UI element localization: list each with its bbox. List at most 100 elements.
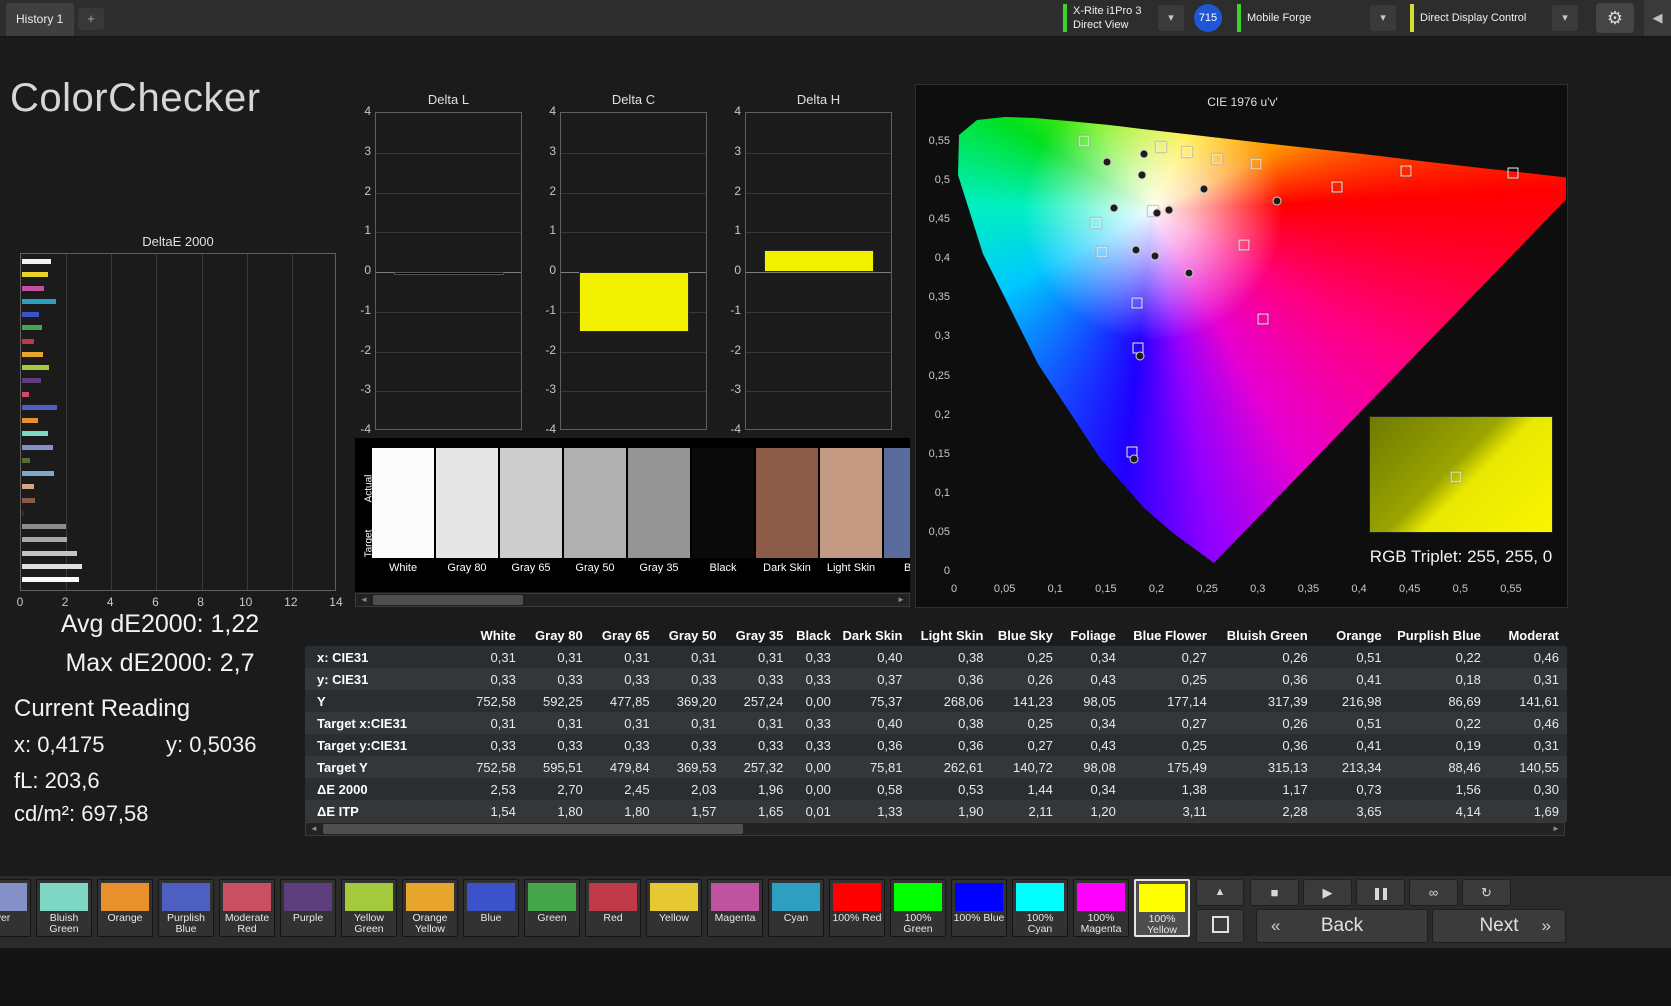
pause-button[interactable] [1356, 879, 1405, 906]
cie-target-marker [1155, 141, 1167, 153]
y-tick: 1 [549, 223, 556, 238]
y-tick: 0 [364, 263, 371, 277]
table-cell: 0,25 [1027, 715, 1053, 731]
patch-button-100-red[interactable]: 100% Red [829, 879, 885, 937]
patch-button-ver[interactable]: ver [0, 879, 31, 937]
source-dropdown-chevron-icon[interactable]: ▾ [1370, 5, 1396, 31]
patch-label: 100% Blue [953, 912, 1005, 924]
y-tick: 2 [549, 183, 556, 198]
back-button[interactable]: « Back [1256, 909, 1428, 943]
pattern-window-button[interactable] [1196, 909, 1244, 943]
plot-area [375, 112, 522, 430]
scroll-left-icon[interactable]: ◄ [357, 594, 371, 606]
patch-button-moderate-red[interactable]: Moderate Red [219, 879, 275, 937]
patch-button-orange-yellow[interactable]: Orange Yellow [402, 879, 458, 937]
table-cell: 0,27 [1181, 715, 1207, 731]
patch-button-100-cyan[interactable]: 100% Cyan [1012, 879, 1068, 937]
stop-button[interactable]: ■ [1250, 879, 1299, 906]
cie-target-marker [1131, 297, 1143, 309]
meter-dropdown-chevron-icon[interactable]: ▾ [1158, 5, 1184, 31]
display-dropdown-chevron-icon[interactable]: ▾ [1552, 5, 1578, 31]
gridline [561, 232, 706, 234]
cie-y-tick: 0,55 [928, 135, 950, 147]
current-reading-heading: Current Reading [14, 695, 191, 722]
eject-button[interactable]: ▲ [1196, 879, 1244, 906]
table-cell: 0,33 [805, 715, 831, 731]
patch-button-blue[interactable]: Blue [463, 879, 519, 937]
delta-bar [579, 272, 689, 332]
table-cell: 75,81 [869, 759, 903, 775]
patch-button-100-yellow[interactable]: 100% Yellow [1134, 879, 1190, 937]
patch-button-green[interactable]: Green [524, 879, 580, 937]
patch-swatch [284, 883, 332, 911]
patch-button-100-magenta[interactable]: 100% Magenta [1073, 879, 1129, 937]
patch-label: Orange Yellow [412, 912, 448, 935]
patch-label: Orange [107, 912, 143, 924]
patch-label: Moderate Red [224, 912, 270, 935]
patch-button-bluish-green[interactable]: Bluish Green [36, 879, 92, 937]
scroll-left-icon[interactable]: ◄ [307, 823, 321, 835]
table-scrollbar[interactable]: ◄ ► [305, 822, 1565, 836]
gear-icon[interactable]: ⚙ [1596, 3, 1634, 33]
cie-y-tick: 0,2 [934, 408, 950, 421]
cie-target-marker [1400, 165, 1412, 177]
table-cell: 98,05 [1083, 693, 1116, 709]
repeat-button[interactable]: ↻ [1462, 879, 1511, 906]
table-cell: 0,33 [557, 671, 583, 687]
swatch-label: Gray 35 [639, 562, 679, 574]
play-button[interactable]: ▶ [1303, 879, 1352, 906]
patch-button-purplish-blue[interactable]: Purplish Blue [158, 879, 214, 937]
patch-button-red[interactable]: Red [585, 879, 641, 937]
scroll-right-icon[interactable]: ► [894, 594, 908, 606]
cie-x-tick: 0,1 [1047, 583, 1063, 595]
table-cell: 213,34 [1341, 759, 1382, 775]
table-cell: 1,69 [1533, 803, 1559, 819]
patch-label: Bluish Green [49, 912, 79, 935]
next-button[interactable]: Next » [1432, 909, 1566, 943]
table-cell: 0,33 [758, 671, 784, 687]
cie-measured-marker [1164, 205, 1174, 215]
cie-measured-marker [1272, 196, 1282, 206]
cie-target-marker [1257, 313, 1269, 325]
patch-button-100-blue[interactable]: 100% Blue [951, 879, 1007, 937]
cie-x-tick: 0,4 [1351, 583, 1367, 595]
swatch-gray-35: Gray 35 [628, 448, 690, 588]
swatch-label: White [388, 562, 418, 574]
table-cell: 0,33 [624, 737, 650, 753]
swatch-dark-skin: Dark Skin [756, 448, 818, 588]
table-cell: 0,18 [1455, 671, 1481, 687]
table-cell: 752,58 [476, 759, 516, 775]
patch-button-100-green[interactable]: 100% Green [890, 879, 946, 937]
table-cell: 1,44 [1027, 781, 1053, 797]
collapse-panel-icon[interactable]: ◀ [1644, 0, 1671, 36]
table-cell: 262,61 [943, 759, 984, 775]
de-bar [22, 285, 45, 291]
tab-history-1[interactable]: History 1 [6, 3, 74, 36]
table-cell: 0,46 [1533, 649, 1559, 665]
new-tab-button[interactable]: + [78, 8, 104, 30]
patch-swatch [1016, 883, 1064, 911]
table-scroll-thumb[interactable] [323, 824, 743, 834]
patch-button-cyan[interactable]: Cyan [768, 879, 824, 937]
table-cell: 1,54 [490, 803, 516, 819]
scroll-right-icon[interactable]: ► [1549, 823, 1563, 835]
patch-button-yellow[interactable]: Yellow [646, 879, 702, 937]
patch-label: Magenta [714, 912, 756, 924]
patch-swatch [650, 883, 698, 911]
infinity-button[interactable]: ∞ [1409, 879, 1458, 906]
swatch-scrollbar[interactable]: ◄ ► [355, 593, 910, 607]
patch-button-purple[interactable]: Purple [280, 879, 336, 937]
table-cell: 0,31 [691, 649, 717, 665]
y-tick: -2 [545, 342, 556, 357]
patch-button-yellow-green[interactable]: Yellow Green [341, 879, 397, 937]
patch-swatch [1139, 884, 1185, 912]
y-tick: -4 [545, 422, 556, 436]
table-cell: 0,22 [1455, 649, 1481, 665]
swatch-label: Gray 65 [511, 562, 551, 574]
patch-button-orange[interactable]: Orange [97, 879, 153, 937]
patch-button-magenta[interactable]: Magenta [707, 879, 763, 937]
gridline [376, 391, 521, 393]
delta-chart-delta-l: Delta L 4 3 2 1 0 -1 -2 -3 -4 [345, 92, 525, 452]
swatch-scroll-thumb[interactable] [373, 595, 523, 605]
gridline [376, 232, 521, 234]
